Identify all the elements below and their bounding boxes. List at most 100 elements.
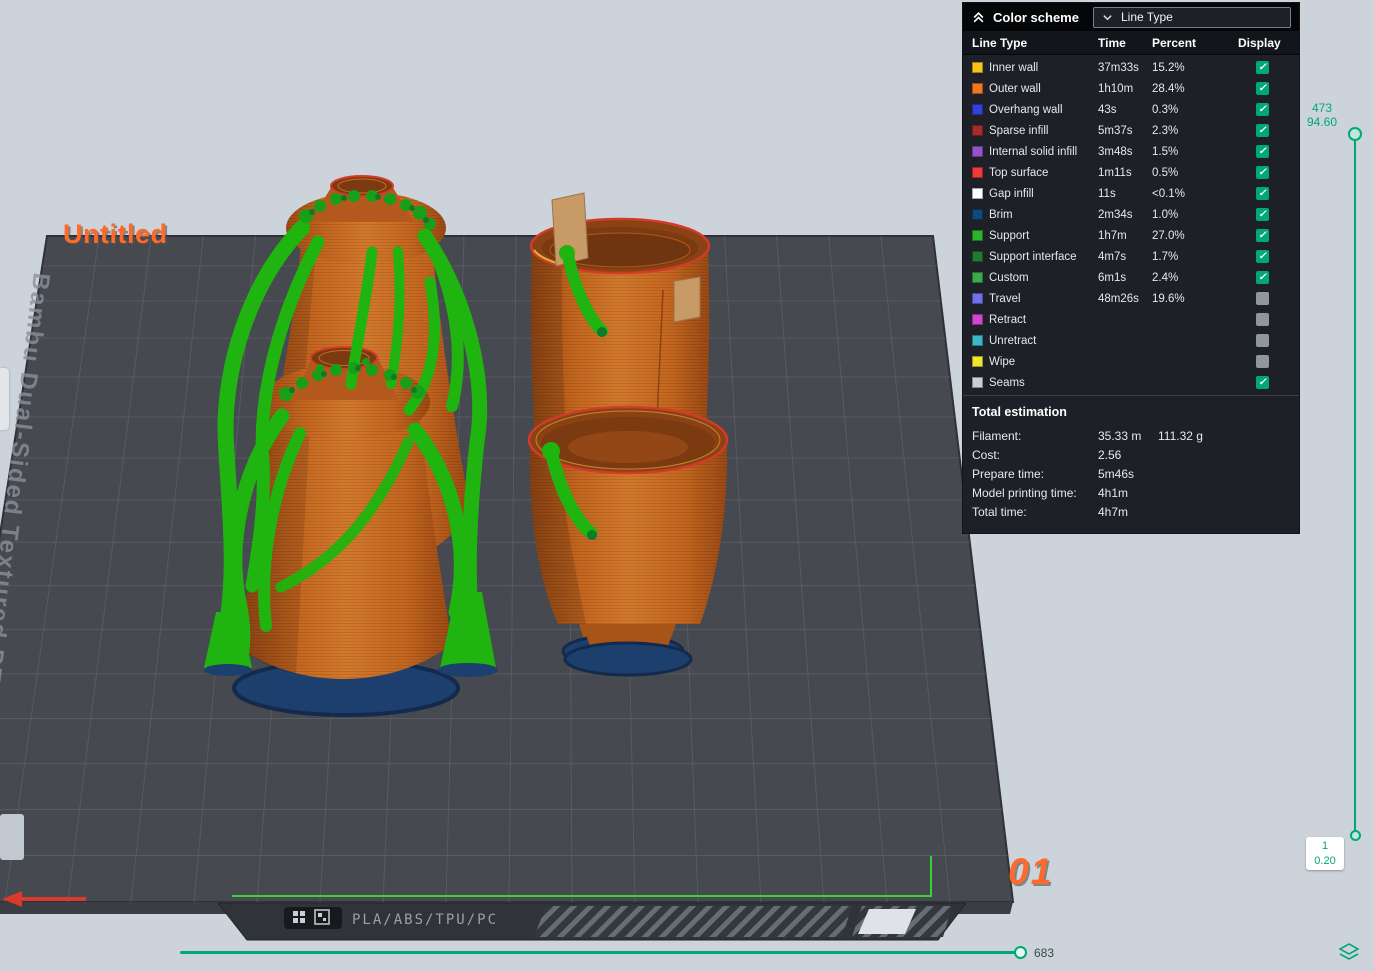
- line-type-swatch: [972, 167, 983, 178]
- line-type-swatch: [972, 314, 983, 325]
- line-type-percent: 1.0%: [1152, 209, 1238, 221]
- table-header: Line Type Time Percent Display: [963, 31, 1299, 55]
- display-checkbox[interactable]: [1256, 208, 1269, 221]
- line-type-row: Brim 2m34s 1.0%: [963, 204, 1299, 225]
- line-type-percent: 19.6%: [1152, 293, 1238, 305]
- line-type-swatch: [972, 230, 983, 241]
- total-label: Model printing time:: [972, 486, 1098, 500]
- line-type-time: 3m48s: [1098, 146, 1152, 158]
- line-type-row: Overhang wall 43s 0.3%: [963, 99, 1299, 120]
- display-checkbox[interactable]: [1256, 103, 1269, 116]
- move-slider-value: 683: [1034, 946, 1054, 960]
- display-checkbox[interactable]: [1256, 82, 1269, 95]
- layer-slider-bottom-readout: 1 0.20: [1306, 837, 1344, 870]
- line-type-time: 11s: [1098, 188, 1152, 200]
- line-type-percent: 1.7%: [1152, 251, 1238, 263]
- line-type-label: Inner wall: [989, 62, 1038, 74]
- layer-slider-handle-top[interactable]: [1348, 127, 1362, 141]
- line-type-row: Inner wall 37m33s 15.2%: [963, 57, 1299, 78]
- line-type-swatch: [972, 125, 983, 136]
- line-type-row: Top surface 1m11s 0.5%: [963, 162, 1299, 183]
- display-checkbox[interactable]: [1256, 376, 1269, 389]
- line-type-label: Overhang wall: [989, 104, 1063, 116]
- layers-icon[interactable]: [1338, 943, 1360, 968]
- display-checkbox[interactable]: [1256, 166, 1269, 179]
- line-type-swatch: [972, 356, 983, 367]
- plate-front-strip: PLA/ABS/TPU/PC: [218, 903, 966, 940]
- total-value-1: 35.33 m: [1098, 429, 1158, 443]
- line-type-row: Unretract: [963, 330, 1299, 351]
- display-checkbox[interactable]: [1256, 355, 1269, 368]
- line-type-label: Unretract: [989, 335, 1036, 347]
- display-checkbox[interactable]: [1256, 250, 1269, 263]
- line-type-percent: 28.4%: [1152, 83, 1238, 95]
- line-type-percent: 1.5%: [1152, 146, 1238, 158]
- layer-slider-top-readout: 473 94.60: [1298, 101, 1346, 129]
- display-checkbox[interactable]: [1256, 334, 1269, 347]
- line-type-label: Top surface: [989, 167, 1048, 179]
- total-value-1: 2.56: [1098, 448, 1158, 462]
- line-type-swatch: [972, 83, 983, 94]
- line-type-swatch: [972, 188, 983, 199]
- layer-slider-handle-bottom[interactable]: [1350, 830, 1361, 841]
- total-row: Total time: 4h7m: [972, 502, 1287, 521]
- line-type-label: Support: [989, 230, 1029, 242]
- move-slider-track[interactable]: [180, 951, 1020, 954]
- line-type-time: 1h7m: [1098, 230, 1152, 242]
- collapse-panel-icon[interactable]: [971, 10, 986, 25]
- total-label: Total time:: [972, 505, 1098, 519]
- corner-tool-chip[interactable]: [0, 814, 24, 860]
- line-type-swatch: [972, 377, 983, 388]
- line-type-row: Travel 48m26s 19.6%: [963, 288, 1299, 309]
- line-type-swatch: [972, 104, 983, 115]
- material-label: PLA/ABS/TPU/PC: [352, 912, 498, 928]
- build-plate[interactable]: [0, 236, 1013, 902]
- display-checkbox[interactable]: [1256, 187, 1269, 200]
- line-type-time: 1h10m: [1098, 83, 1152, 95]
- line-type-label: Custom: [989, 272, 1029, 284]
- display-checkbox[interactable]: [1256, 124, 1269, 137]
- line-type-time: 2m34s: [1098, 209, 1152, 221]
- display-checkbox[interactable]: [1256, 145, 1269, 158]
- display-checkbox[interactable]: [1256, 271, 1269, 284]
- total-row: Filament: 35.33 m 111.32 g: [972, 426, 1287, 445]
- model-right-group[interactable]: [529, 193, 727, 675]
- line-type-row: Retract: [963, 309, 1299, 330]
- display-checkbox[interactable]: [1256, 313, 1269, 326]
- panel-header: Color scheme Line Type: [963, 3, 1299, 31]
- line-type-label: Brim: [989, 209, 1013, 221]
- total-label: Prepare time:: [972, 467, 1098, 481]
- sidebar-collapse-tab[interactable]: [0, 368, 9, 430]
- line-type-time: 48m26s: [1098, 293, 1152, 305]
- line-type-time: 37m33s: [1098, 62, 1152, 74]
- total-row: Cost: 2.56: [972, 445, 1287, 464]
- line-type-percent: 27.0%: [1152, 230, 1238, 242]
- col-line-type: Line Type: [972, 36, 1098, 50]
- project-title: Untitled: [63, 219, 168, 249]
- line-type-row: Custom 6m1s 2.4%: [963, 267, 1299, 288]
- total-estimation-title: Total estimation: [972, 405, 1287, 419]
- layer-slider-track[interactable]: [1354, 134, 1356, 834]
- line-type-swatch: [972, 272, 983, 283]
- line-type-row: Sparse infill 5m37s 2.3%: [963, 120, 1299, 141]
- line-type-time: 1m11s: [1098, 167, 1152, 179]
- display-checkbox[interactable]: [1256, 229, 1269, 242]
- view-type-value: Line Type: [1121, 10, 1173, 24]
- line-type-label: Wipe: [989, 356, 1015, 368]
- line-type-percent: 0.5%: [1152, 167, 1238, 179]
- brim: [565, 643, 691, 675]
- col-display: Display: [1238, 36, 1287, 50]
- line-type-swatch: [972, 293, 983, 304]
- view-type-dropdown[interactable]: Line Type: [1093, 7, 1291, 28]
- move-slider-handle[interactable]: [1014, 946, 1027, 959]
- line-type-time: 4m7s: [1098, 251, 1152, 263]
- total-row: Prepare time: 5m46s: [972, 464, 1287, 483]
- line-type-time: 5m37s: [1098, 125, 1152, 137]
- support-sheet: [674, 277, 700, 322]
- line-type-percent: 15.2%: [1152, 62, 1238, 74]
- line-type-swatch: [972, 335, 983, 346]
- total-value-1: 4h7m: [1098, 505, 1158, 519]
- layer-number: 473: [1298, 101, 1346, 115]
- display-checkbox[interactable]: [1256, 61, 1269, 74]
- display-checkbox[interactable]: [1256, 292, 1269, 305]
